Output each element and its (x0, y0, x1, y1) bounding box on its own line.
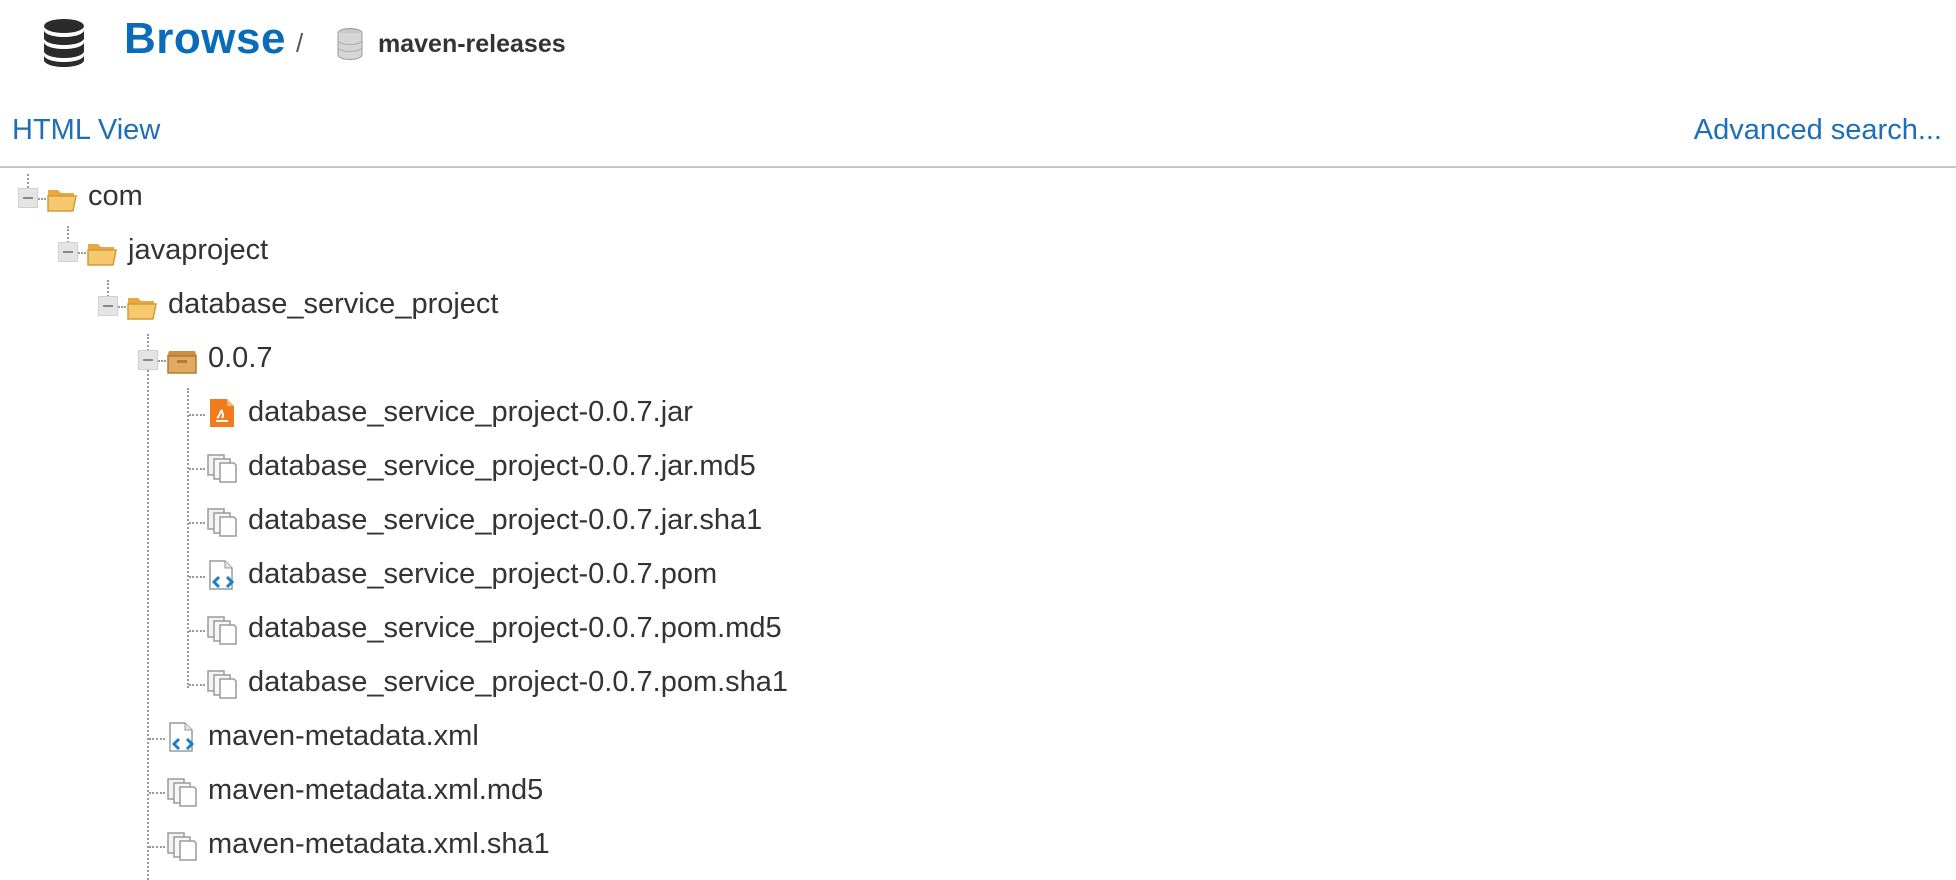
tree-node-label[interactable]: database_service_project-0.0.7.jar.md5 (248, 450, 756, 483)
collapse-toggle[interactable] (18, 188, 38, 208)
tree-node-maven-metadata-xml[interactable]: maven-metadata.xml (0, 714, 700, 764)
file-copies-icon (207, 616, 237, 645)
file-copies-icon (207, 454, 237, 483)
tree-node-label[interactable]: database_service_project (168, 288, 498, 321)
tree-node-maven-metadata-sha1[interactable]: maven-metadata.xml.sha1 (0, 822, 700, 872)
tree-node-label[interactable]: 0.0.7 (208, 342, 273, 375)
collapse-toggle[interactable] (98, 296, 118, 316)
tree-connector (149, 846, 165, 848)
breadcrumb-repository: maven-releases (378, 30, 566, 58)
tree-node-jar-md5-file[interactable]: database_service_project-0.0.7.jar.md5 (0, 444, 900, 494)
advanced-search-link[interactable]: Advanced search... (1694, 114, 1942, 147)
xml-file-icon (169, 722, 195, 752)
folder-open-icon (127, 298, 157, 320)
tree-connector (189, 630, 205, 632)
tree-connector (189, 414, 205, 416)
folder-open-icon (47, 190, 77, 212)
tree-connector (189, 684, 205, 686)
file-copies-icon (207, 670, 237, 699)
tree-node-label[interactable]: com (88, 180, 143, 213)
file-copies-icon (167, 778, 197, 807)
tree-node-javaproject[interactable]: javaproject (0, 228, 400, 278)
toolbar: HTML View Advanced search... (0, 110, 1956, 168)
page-title[interactable]: Browse (124, 14, 286, 64)
java-file-icon (210, 399, 234, 427)
tree-node-version-0-0-7[interactable]: 0.0.7 (0, 336, 400, 386)
tree-connector (118, 306, 126, 308)
file-copies-icon (167, 832, 197, 861)
tree-node-label[interactable]: maven-metadata.xml.md5 (208, 774, 543, 807)
tree-node-com[interactable]: com (0, 174, 300, 224)
tree-connector (149, 738, 165, 740)
collapse-toggle[interactable] (58, 242, 78, 262)
tree-connector (189, 576, 205, 578)
repository-tree: com javaproject database_service_project… (0, 170, 1956, 880)
tree-node-label[interactable]: database_service_project-0.0.7.pom.md5 (248, 612, 782, 645)
tree-node-label[interactable]: database_service_project-0.0.7.jar (248, 396, 693, 429)
tree-node-maven-metadata-md5[interactable]: maven-metadata.xml.md5 (0, 768, 700, 818)
tree-connector (189, 522, 205, 524)
xml-file-icon (209, 560, 235, 590)
tree-connector (149, 792, 165, 794)
tree-node-jar-sha1-file[interactable]: database_service_project-0.0.7.jar.sha1 (0, 498, 900, 548)
tree-connector (78, 252, 86, 254)
package-icon (167, 351, 197, 374)
database-icon (44, 19, 84, 67)
tree-node-pom-file[interactable]: database_service_project-0.0.7.pom (0, 552, 900, 602)
html-view-link[interactable]: HTML View (12, 114, 160, 147)
page-header: Browse / maven-releases (0, 0, 1956, 90)
tree-connector (38, 198, 46, 200)
tree-node-label[interactable]: maven-metadata.xml.sha1 (208, 828, 550, 861)
tree-connector (189, 468, 205, 470)
tree-node-label[interactable]: database_service_project-0.0.7.pom (248, 558, 717, 591)
breadcrumb-separator: / (296, 28, 304, 58)
folder-open-icon (87, 244, 117, 266)
tree-node-pom-md5-file[interactable]: database_service_project-0.0.7.pom.md5 (0, 606, 900, 656)
file-copies-icon (207, 508, 237, 537)
tree-node-label[interactable]: database_service_project-0.0.7.jar.sha1 (248, 504, 762, 537)
tree-node-pom-sha1-file[interactable]: database_service_project-0.0.7.pom.sha1 (0, 660, 900, 710)
tree-node-jar-file[interactable]: database_service_project-0.0.7.jar (0, 390, 900, 440)
tree-node-label[interactable]: maven-metadata.xml (208, 720, 479, 753)
tree-node-database-service-project[interactable]: database_service_project (0, 282, 600, 332)
tree-node-label[interactable]: database_service_project-0.0.7.pom.sha1 (248, 666, 788, 699)
tree-node-label[interactable]: javaproject (128, 234, 268, 267)
tree-connector (158, 360, 166, 362)
repository-icon (337, 28, 363, 60)
collapse-toggle[interactable] (138, 350, 158, 370)
